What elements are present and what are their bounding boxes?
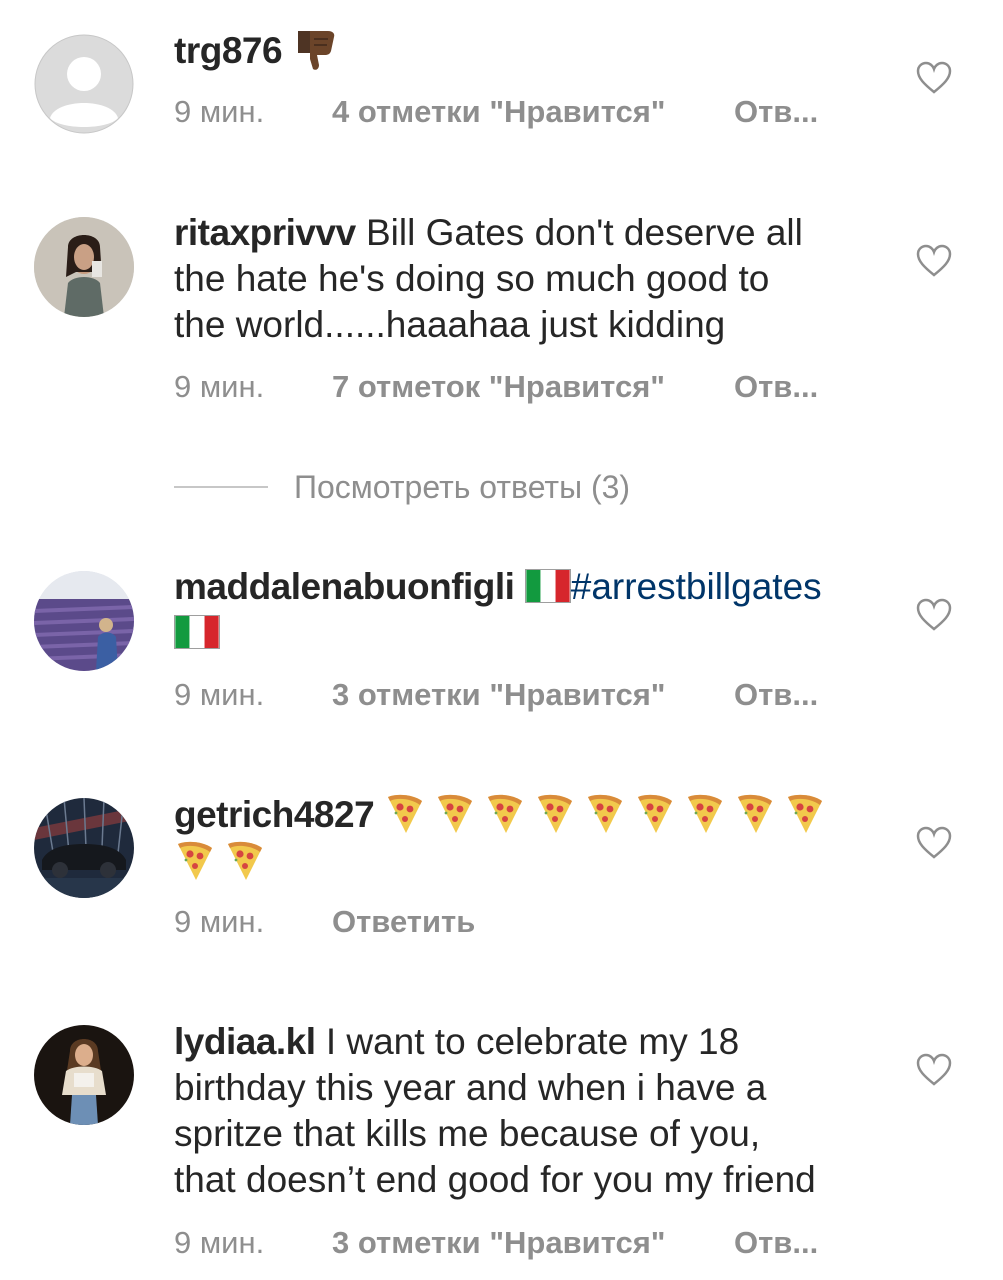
comment-username[interactable]: trg876: [174, 30, 283, 71]
profile-photo-icon: [34, 798, 134, 898]
comment-time: 9 мин.: [174, 1225, 265, 1260]
pizza-emoji-icon: [584, 791, 626, 835]
comment-body: lydiaa.kl I want to celebrate my 18 birt…: [174, 1019, 874, 1203]
comment-meta: 9 мин. 3 отметки "Нравится" Отв...: [174, 1225, 818, 1261]
comment-body: getrich4827: [174, 791, 874, 885]
reply-button[interactable]: Ответить: [332, 904, 475, 940]
italian-flag-icon: [174, 615, 220, 649]
pizza-emoji-icon: [534, 791, 576, 835]
comment-username[interactable]: getrich4827: [174, 794, 375, 835]
profile-photo-icon: [34, 217, 134, 317]
comment-text-line: the world......haaahaa just kidding: [174, 304, 726, 345]
view-replies-button[interactable]: Посмотреть ответы (3): [174, 464, 630, 510]
comment-username[interactable]: maddalenabuonfigli: [174, 566, 515, 607]
comment-meta: 9 мин. Ответить: [174, 904, 475, 940]
pizza-emoji-row: [174, 841, 274, 882]
like-heart-icon[interactable]: [916, 244, 952, 278]
comment-meta: 9 мин. 4 отметки "Нравится" Отв...: [174, 94, 818, 130]
like-heart-icon[interactable]: [916, 598, 952, 632]
pizza-emoji-icon: [434, 791, 476, 835]
comment-likes[interactable]: 7 отметок "Нравится": [332, 369, 734, 405]
pizza-emoji-icon: [684, 791, 726, 835]
like-heart-icon[interactable]: [916, 1053, 952, 1087]
reply-button[interactable]: Отв...: [734, 94, 818, 130]
comment-username[interactable]: lydiaa.kl: [174, 1021, 316, 1062]
comment-body: maddalenabuonfigli #arrestbillgates: [174, 564, 874, 656]
profile-photo-icon: [34, 571, 134, 671]
comment-likes[interactable]: 4 отметки "Нравится": [332, 94, 734, 130]
comment-meta: 9 мин. 7 отметок "Нравится" Отв...: [174, 369, 818, 405]
view-replies-label: Посмотреть ответы (3): [294, 468, 631, 505]
comment-text-line: spritze that kills me because of you,: [174, 1113, 761, 1154]
comment-meta: 9 мин. 3 отметки "Нравится" Отв...: [174, 677, 818, 713]
comment-text-line: that doesn’t end good for you my friend: [174, 1159, 816, 1200]
comment-text-line: I want to celebrate my 18: [325, 1021, 740, 1062]
reply-button[interactable]: Отв...: [734, 1225, 818, 1261]
hashtag-link[interactable]: #arrestbillgates: [571, 566, 822, 607]
avatar[interactable]: [34, 217, 134, 317]
comment-time: 9 мин.: [174, 94, 265, 129]
pizza-emoji-icon: [634, 791, 676, 835]
italian-flag-icon: [524, 569, 571, 603]
comment-text-line: the hate he's doing so much good to: [174, 258, 770, 299]
like-heart-icon[interactable]: [916, 61, 952, 95]
thumbs-down-emoji-icon: [292, 27, 340, 73]
avatar[interactable]: [34, 571, 134, 671]
comment-text-line: birthday this year and when i have a: [174, 1067, 767, 1108]
reply-button[interactable]: Отв...: [734, 677, 818, 713]
comment-time: 9 мин.: [174, 677, 265, 712]
comment-time: 9 мин.: [174, 904, 265, 939]
avatar[interactable]: [34, 1025, 134, 1125]
pizza-emoji-icon: [734, 791, 776, 835]
reply-button[interactable]: Отв...: [734, 369, 818, 405]
profile-photo-icon: [34, 1025, 134, 1125]
replies-divider: [174, 486, 268, 488]
comment-likes[interactable]: 3 отметки "Нравится": [332, 677, 734, 713]
avatar[interactable]: [34, 798, 134, 898]
pizza-emoji-icon: [224, 838, 266, 882]
default-avatar-icon: [34, 34, 134, 134]
comment-body: ritaxprivvv Bill Gates don't deserve all…: [174, 210, 874, 348]
comment-time: 9 мин.: [174, 369, 265, 404]
avatar[interactable]: [34, 34, 134, 134]
pizza-emoji-icon: [384, 791, 426, 835]
comment-likes[interactable]: 3 отметки "Нравится": [332, 1225, 734, 1261]
pizza-emoji-row: [384, 794, 834, 835]
like-heart-icon[interactable]: [916, 826, 952, 860]
comment-text-line: Bill Gates don't deserve all: [365, 212, 803, 253]
comment-body: trg876: [174, 27, 874, 74]
pizza-emoji-icon: [784, 791, 826, 835]
pizza-emoji-icon: [484, 791, 526, 835]
pizza-emoji-icon: [174, 838, 216, 882]
comment-username[interactable]: ritaxprivvv: [174, 212, 356, 253]
